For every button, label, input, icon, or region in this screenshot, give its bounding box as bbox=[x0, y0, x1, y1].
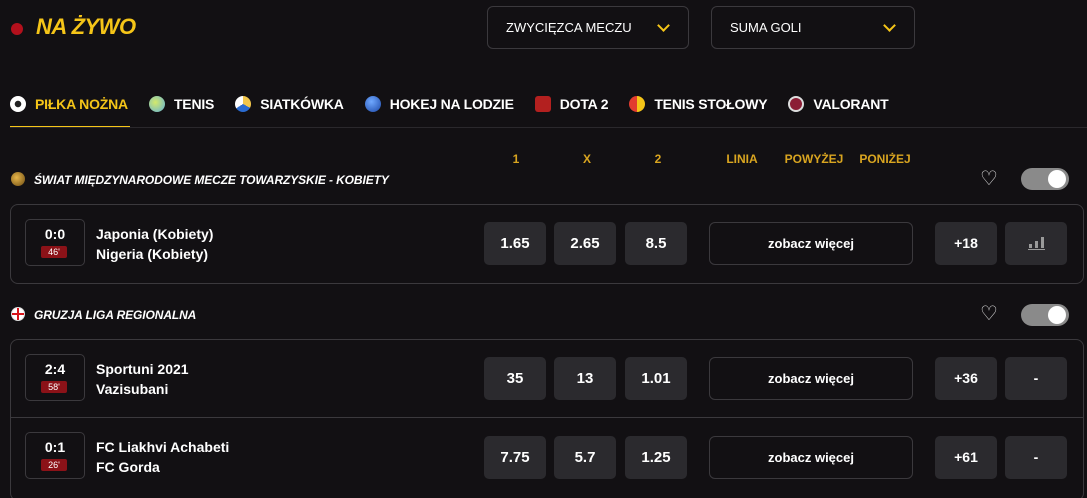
odd-x-button[interactable]: 5.7 bbox=[554, 436, 616, 479]
league-toggle[interactable] bbox=[1021, 168, 1069, 190]
league-toggle[interactable] bbox=[1021, 304, 1069, 326]
tab-table-tennis[interactable]: TENIS STOŁOWY bbox=[629, 93, 768, 128]
match-divider bbox=[11, 417, 1083, 418]
tab-label: TENIS bbox=[173, 96, 215, 112]
match-score: 0:1 bbox=[44, 439, 66, 455]
globe-icon bbox=[11, 172, 25, 186]
tab-label: DOTA 2 bbox=[559, 96, 609, 112]
away-team: FC Gorda bbox=[96, 459, 160, 475]
match-minute: 58' bbox=[41, 381, 67, 393]
tab-volleyball[interactable]: SIATKÓWKA bbox=[235, 93, 344, 128]
match-card bbox=[10, 204, 1084, 284]
tab-label: VALORANT bbox=[813, 96, 889, 112]
column-header-2: 2 bbox=[654, 152, 662, 166]
dota-icon bbox=[534, 96, 551, 112]
tab-label: SIATKÓWKA bbox=[260, 96, 344, 112]
tab-label: PIŁKA NOŻNA bbox=[35, 96, 128, 112]
stats-button[interactable] bbox=[1005, 222, 1067, 265]
stats-button[interactable]: - bbox=[1005, 436, 1067, 479]
toggle-knob bbox=[1048, 170, 1066, 188]
live-indicator-icon bbox=[11, 23, 23, 35]
league-title: GRUZJA LIGA REGIONALNA bbox=[34, 308, 197, 322]
column-header-under: PONIŻEJ bbox=[859, 152, 911, 166]
home-team: Japonia (Kobiety) bbox=[96, 226, 214, 242]
tab-football[interactable]: PIŁKA NOŻNA bbox=[10, 93, 130, 128]
match-score: 0:0 bbox=[44, 226, 66, 242]
more-markets-button[interactable]: +61 bbox=[935, 436, 997, 479]
total-goals-dropdown[interactable]: SUMA GOLI bbox=[711, 6, 915, 49]
hockey-icon bbox=[364, 96, 381, 112]
chevron-down-icon bbox=[883, 19, 896, 32]
stats-button[interactable]: - bbox=[1005, 357, 1067, 400]
league-title: ŚWIAT MIĘDZYNARODOWE MECZE TOWARZYSKIE -… bbox=[34, 173, 389, 187]
column-header-line: LINIA bbox=[726, 152, 758, 166]
home-team: FC Liakhvi Achabeti bbox=[96, 439, 230, 455]
tab-dota2[interactable]: DOTA 2 bbox=[534, 93, 609, 128]
odd-1-button[interactable]: 35 bbox=[484, 357, 546, 400]
favorite-heart-icon[interactable]: ♡ bbox=[980, 304, 998, 324]
tab-label: HOKEJ NA LODZIE bbox=[389, 96, 514, 112]
page-title: NA ŻYWO bbox=[36, 14, 136, 39]
odd-2-button[interactable]: 1.01 bbox=[625, 357, 687, 400]
score-box: 0:1 26' bbox=[25, 432, 85, 479]
toggle-knob bbox=[1048, 306, 1066, 324]
odd-x-button[interactable]: 13 bbox=[554, 357, 616, 400]
score-box: 0:0 46' bbox=[25, 219, 85, 266]
tab-tennis[interactable]: TENIS bbox=[148, 93, 215, 128]
column-header-x: X bbox=[582, 152, 591, 166]
valorant-icon bbox=[788, 96, 805, 112]
see-more-button[interactable]: zobacz więcej bbox=[709, 222, 913, 265]
column-header-over: POWYŻEJ bbox=[784, 152, 844, 166]
table-tennis-icon bbox=[629, 96, 646, 112]
away-team: Vazisubani bbox=[96, 381, 169, 397]
stats-icon bbox=[1028, 236, 1045, 250]
odd-1-button[interactable]: 1.65 bbox=[484, 222, 546, 265]
tennis-icon bbox=[148, 96, 165, 112]
volleyball-icon bbox=[235, 96, 252, 112]
dropdown-label: SUMA GOLI bbox=[730, 20, 802, 35]
odd-2-button[interactable]: 1.25 bbox=[625, 436, 687, 479]
winner-market-dropdown[interactable]: ZWYCIĘZCA MECZU bbox=[487, 6, 689, 49]
odd-2-button[interactable]: 8.5 bbox=[625, 222, 687, 265]
score-box: 2:4 58' bbox=[25, 354, 85, 401]
football-icon bbox=[10, 96, 26, 112]
tab-ice-hockey[interactable]: HOKEJ NA LODZIE bbox=[364, 93, 514, 128]
see-more-button[interactable]: zobacz więcej bbox=[709, 357, 913, 400]
more-markets-button[interactable]: +18 bbox=[935, 222, 997, 265]
dropdown-label: ZWYCIĘZCA MECZU bbox=[506, 20, 632, 35]
georgia-flag-icon bbox=[11, 307, 25, 321]
odd-1-button[interactable]: 7.75 bbox=[484, 436, 546, 479]
sport-tabs: PIŁKA NOŻNA TENIS SIATKÓWKA HOKEJ NA LOD… bbox=[10, 93, 910, 128]
match-minute: 26' bbox=[41, 459, 67, 471]
favorite-heart-icon[interactable]: ♡ bbox=[980, 169, 998, 189]
column-header-1: 1 bbox=[512, 152, 520, 166]
away-team: Nigeria (Kobiety) bbox=[96, 246, 209, 262]
home-team: Sportuni 2021 bbox=[96, 361, 189, 377]
odd-x-button[interactable]: 2.65 bbox=[554, 222, 616, 265]
tabs-divider bbox=[10, 127, 1087, 128]
match-minute: 46' bbox=[41, 246, 67, 258]
more-markets-button[interactable]: +36 bbox=[935, 357, 997, 400]
chevron-down-icon bbox=[657, 19, 670, 32]
see-more-button[interactable]: zobacz więcej bbox=[709, 436, 913, 479]
match-score: 2:4 bbox=[44, 361, 66, 377]
tab-label: TENIS STOŁOWY bbox=[654, 96, 768, 112]
tab-valorant[interactable]: VALORANT bbox=[788, 93, 889, 128]
